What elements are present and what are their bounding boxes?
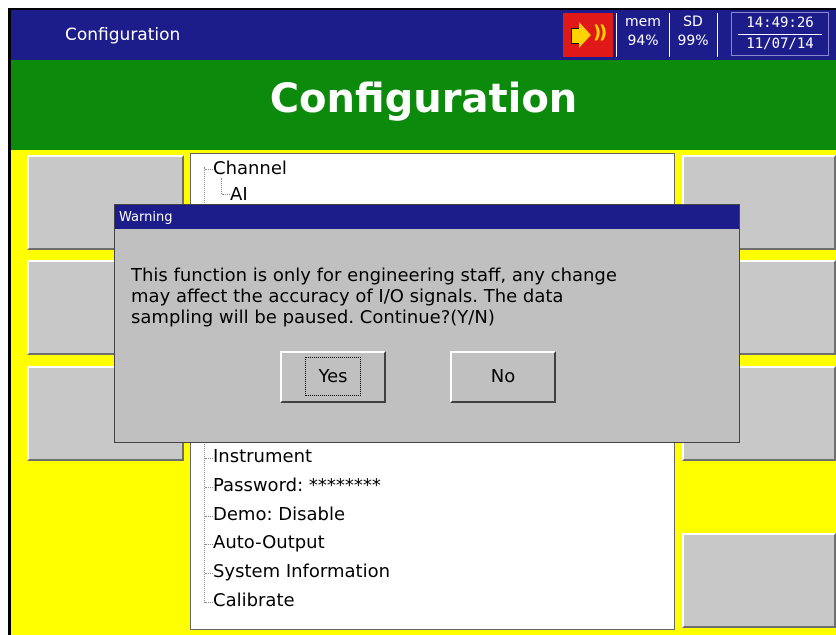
dialog-message: This function is only for engineering st… — [131, 265, 731, 328]
tree-item-ai[interactable]: AI — [230, 184, 248, 205]
page-banner: Configuration — [11, 60, 836, 150]
tree-item-calibrate[interactable]: Calibrate — [213, 590, 295, 611]
dialog-title-bar: Warning — [115, 205, 739, 229]
tree-line — [222, 194, 230, 195]
no-button-label: No — [490, 366, 516, 387]
dialog-title: Warning — [119, 210, 173, 225]
right-softkey-4[interactable] — [682, 533, 836, 628]
mem-value: 94% — [627, 33, 659, 49]
tree-line — [205, 487, 213, 488]
clock: 14:49:26 11/07/14 — [731, 12, 829, 56]
tree-line — [205, 573, 213, 574]
tree-item-instrument[interactable]: Instrument — [213, 446, 312, 467]
window-title: Configuration — [65, 25, 181, 45]
speaker-icon[interactable]: ) ) — [563, 13, 613, 57]
tree-item-auto-output[interactable]: Auto-Output — [213, 532, 325, 553]
dialog-message-line: sampling will be paused. Continue?(Y/N) — [131, 307, 495, 328]
tree-item-password[interactable]: Password: ******** — [213, 475, 381, 496]
clock-time: 14:49:26 — [746, 15, 814, 31]
sd-label: SD — [683, 14, 703, 30]
clock-date: 11/07/14 — [746, 36, 814, 52]
dialog-message-line: This function is only for engineering st… — [131, 265, 617, 286]
tree-line — [205, 516, 213, 517]
warning-dialog: Warning This function is only for engine… — [114, 204, 740, 443]
divider — [717, 13, 718, 57]
divider — [616, 13, 617, 57]
tree-item-system-information[interactable]: System Information — [213, 561, 390, 582]
no-button[interactable]: No — [450, 351, 556, 403]
tree-line — [205, 169, 213, 170]
tree-line — [221, 178, 222, 194]
tree-line — [205, 544, 213, 545]
mem-label: mem — [625, 14, 661, 30]
page-title: Configuration — [269, 76, 578, 122]
sound-wave-icon: ) — [599, 22, 608, 43]
yes-button-label: Yes — [305, 357, 361, 396]
tree-item-channel[interactable]: Channel — [213, 158, 287, 179]
tree-line — [205, 458, 213, 459]
tree-line — [205, 602, 213, 603]
speaker-cone — [579, 22, 591, 48]
yes-button[interactable]: Yes — [280, 351, 386, 403]
dialog-message-line: may affect the accuracy of I/O signals. … — [131, 286, 564, 307]
sd-value: 99% — [677, 33, 709, 49]
tree-item-demo[interactable]: Demo: Disable — [213, 504, 345, 525]
divider — [738, 34, 822, 35]
